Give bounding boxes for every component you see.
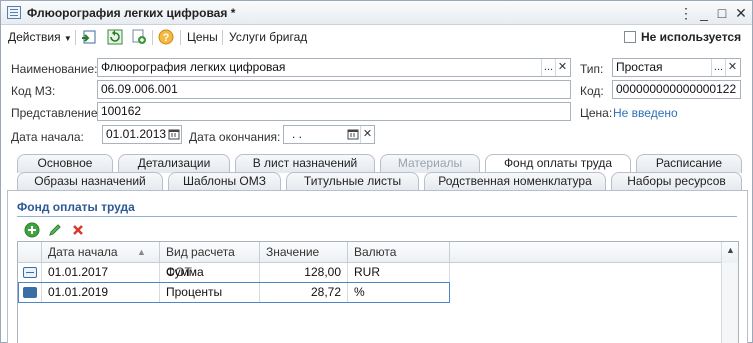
not-used-label: Не используется	[641, 30, 742, 44]
tab-omz-templates[interactable]: Шаблоны ОМЗ	[168, 172, 281, 191]
tab-title-sheets[interactable]: Титульные листы	[286, 172, 419, 191]
scroll-up-icon: ▲	[726, 245, 735, 255]
brigade-services-button[interactable]: Услуги бригад	[229, 30, 307, 44]
svg-text:?: ?	[163, 32, 170, 44]
menu-icon[interactable]: ⋮	[677, 4, 695, 22]
save-close-icon[interactable]	[81, 29, 97, 45]
name-label: Наименование:	[11, 62, 98, 76]
scrollbar-up[interactable]: ▲	[721, 242, 738, 263]
add-row-icon[interactable]	[24, 222, 40, 238]
code-field[interactable]: 000000000000000122	[612, 80, 741, 99]
presentation-label: Представление:	[11, 106, 101, 120]
table-row[interactable]: 01.01.2017 Сумма 128,00 RUR	[18, 263, 450, 283]
prices-button[interactable]: Цены	[187, 30, 218, 44]
column-header-currency[interactable]: Валюта	[348, 242, 450, 263]
mz-code-label: Код МЗ:	[11, 84, 56, 98]
date-cell: 01.01.2017	[42, 263, 160, 283]
copy-icon[interactable]	[131, 29, 147, 45]
type-clear-button[interactable]: ✕	[725, 59, 739, 76]
column-header-date[interactable]: Дата начала ▲	[42, 242, 160, 263]
name-value: Флюорография легких цифровая	[101, 60, 286, 74]
type-label: Тип:	[580, 62, 604, 76]
tab-payroll-fund[interactable]: Фонд оплаты труда	[485, 154, 631, 173]
toolbar: Действия ▼ ? Цены Услуги бригад Не испол…	[1, 26, 752, 48]
table-header: Дата начала ▲ Вид расчета ФОТ Значение В…	[18, 242, 738, 279]
tab-details[interactable]: Детализации	[118, 154, 230, 173]
start-date-label: Дата начала:	[11, 130, 84, 144]
calendar-icon[interactable]	[167, 126, 181, 143]
row-icon-cell	[18, 263, 42, 283]
tab-schedule[interactable]: Расписание	[636, 154, 742, 173]
window: Флюорография легких цифровая * ⋮ _ □ ✕ Д…	[0, 0, 753, 343]
not-used-checkbox[interactable]	[624, 31, 636, 43]
name-select-button[interactable]: ...	[541, 59, 555, 76]
price-label: Цена:	[580, 106, 613, 120]
column-header-value[interactable]: Значение	[260, 242, 348, 263]
toolbar-separator	[152, 30, 153, 45]
column-header-calc-type[interactable]: Вид расчета ФОТ	[160, 242, 260, 279]
type-value: Простая	[616, 60, 663, 74]
toolbar-separator	[222, 30, 223, 45]
calc-type-cell: Сумма	[160, 263, 260, 283]
type-select-button[interactable]: ...	[711, 59, 725, 76]
mz-code-field[interactable]: 06.09.006.001	[97, 80, 571, 99]
tab-related-nomenclature[interactable]: Родственная номенклатура	[424, 172, 606, 191]
end-date-clear-button[interactable]: ✕	[360, 126, 374, 143]
end-date-label: Дата окончания:	[189, 130, 281, 144]
minimize-button[interactable]: _	[695, 4, 713, 22]
edit-row-icon[interactable]	[47, 222, 63, 238]
start-date-value: 01.01.2013	[106, 127, 167, 141]
maximize-button[interactable]: □	[713, 4, 731, 22]
catalog-icon	[7, 6, 21, 19]
window-title: Флюорография легких цифровая *	[27, 6, 236, 20]
delete-row-icon[interactable]	[70, 222, 86, 238]
name-field[interactable]: Флюорография легких цифровая ... ✕	[97, 58, 571, 77]
calendar-icon[interactable]	[346, 126, 360, 143]
end-date-field[interactable]: . . ✕	[283, 125, 375, 144]
presentation-field[interactable]: 100162	[97, 102, 571, 121]
end-date-value: . .	[292, 127, 303, 141]
value-cell: 128,00	[260, 263, 348, 283]
price-link[interactable]: Не введено	[613, 106, 678, 120]
actions-menu-button[interactable]: Действия ▼	[8, 30, 72, 44]
row-selection-frame	[18, 282, 450, 303]
row-icon-column-header	[18, 242, 42, 263]
tab-materials: Материалы	[380, 154, 480, 173]
payroll-table: Дата начала ▲ Вид расчета ФОТ Значение В…	[17, 241, 739, 343]
name-clear-button[interactable]: ✕	[555, 59, 569, 76]
refresh-icon[interactable]	[107, 29, 123, 45]
section-divider	[17, 216, 737, 217]
record-icon	[23, 267, 37, 278]
help-icon[interactable]: ?	[158, 29, 174, 45]
toolbar-separator	[75, 30, 76, 45]
dropdown-arrow-icon: ▼	[63, 34, 72, 43]
title-bar: Флюорография легких цифровая * ⋮ _ □ ✕	[1, 1, 752, 25]
tab-resource-sets[interactable]: Наборы ресурсов	[611, 172, 742, 191]
tab-assignment-sheet[interactable]: В лист назначений	[235, 154, 375, 173]
vertical-scrollbar[interactable]	[721, 263, 738, 343]
currency-cell: RUR	[348, 263, 450, 283]
type-field[interactable]: Простая ... ✕	[612, 58, 741, 77]
tab-assignment-images[interactable]: Образы назначений	[17, 172, 163, 191]
close-button[interactable]: ✕	[732, 4, 750, 22]
start-date-field[interactable]: 01.01.2013	[102, 125, 182, 144]
section-title: Фонд оплаты труда	[17, 200, 135, 214]
sort-icon: ▲	[137, 247, 146, 257]
toolbar-separator	[180, 30, 181, 45]
code-label: Код:	[580, 84, 604, 98]
tab-main[interactable]: Основное	[17, 154, 113, 173]
